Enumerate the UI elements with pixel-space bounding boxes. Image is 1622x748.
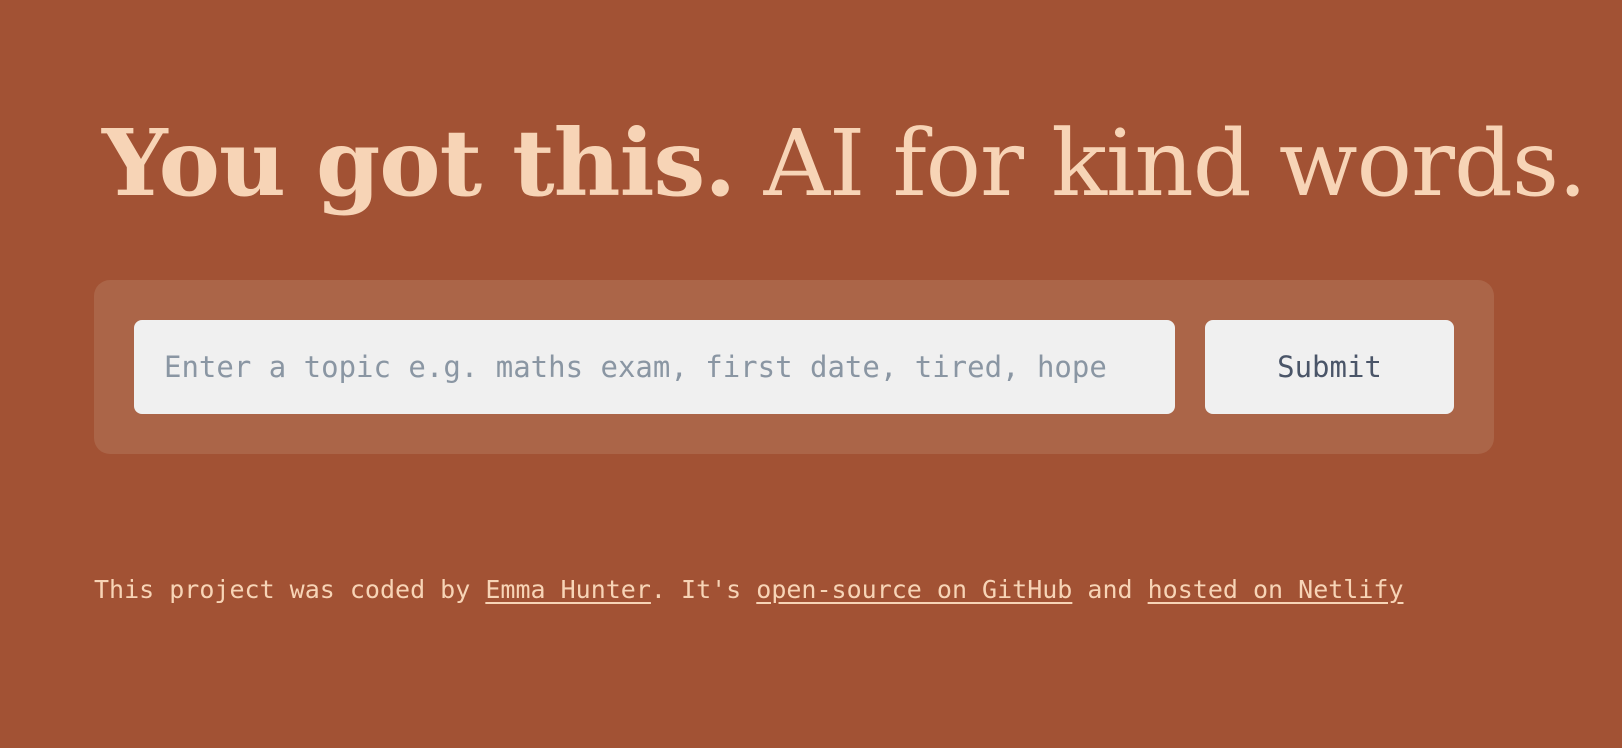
footer-text-its: . It's <box>650 575 757 604</box>
footer-text-coded-by: This project was coded by <box>94 575 486 604</box>
submit-button[interactable]: Submit <box>1205 320 1454 414</box>
topic-search-input[interactable] <box>134 320 1175 414</box>
github-link[interactable]: open-source on GitHub <box>756 575 1072 604</box>
title-strong-text: You got this. <box>102 109 736 217</box>
title-light-text: AI for kind words. <box>735 110 1588 217</box>
page-title: You got this. AI for kind words. <box>102 108 1588 219</box>
footer-text-and: and <box>1072 575 1148 604</box>
search-panel: Submit <box>94 280 1494 454</box>
footer-credits: This project was coded by Emma Hunter. I… <box>94 570 1404 610</box>
author-link[interactable]: Emma Hunter <box>485 575 651 604</box>
netlify-link[interactable]: hosted on Netlify <box>1148 575 1404 604</box>
